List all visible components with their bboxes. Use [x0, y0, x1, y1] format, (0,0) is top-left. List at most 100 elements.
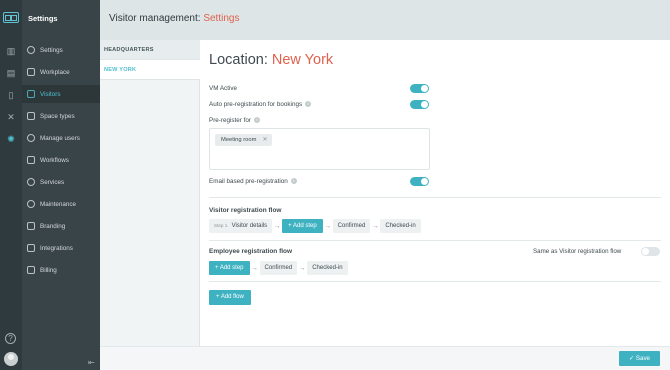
- sidebar-item-label: Branding: [40, 222, 66, 230]
- page-title-accent: Settings: [203, 13, 240, 24]
- settings-sidebar: Settings Settings Workplace Visitors Spa…: [22, 0, 100, 370]
- workflow-icon: [27, 156, 35, 164]
- location-title-accent: New York: [271, 52, 334, 68]
- arrow-right-icon: →: [371, 222, 379, 230]
- step-label: Visitor details: [231, 223, 268, 229]
- location-item-new-york[interactable]: NEW YORK: [100, 60, 200, 80]
- sidebar-item-label: Space types: [40, 112, 75, 120]
- building-rail-icon[interactable]: ▥: [6, 46, 16, 56]
- user-avatar[interactable]: [4, 352, 18, 366]
- settings-rail-icon[interactable]: ✺: [6, 134, 16, 144]
- sidebar-item-integrations[interactable]: Integrations: [22, 239, 100, 257]
- location-item-headquarters[interactable]: HEADQUARTERS: [100, 40, 200, 60]
- sidebar-item-label: Services: [40, 178, 65, 186]
- divider: [209, 281, 661, 282]
- email-prereg-label: Email based pre-registration: [209, 178, 288, 185]
- visitor-icon: [27, 90, 35, 98]
- arrow-right-icon: →: [298, 264, 306, 272]
- collapse-sidebar-icon[interactable]: ⇤: [88, 358, 95, 367]
- locations-list: HEADQUARTERS NEW YORK: [100, 40, 200, 346]
- same-as-visitor-toggle[interactable]: [641, 247, 660, 256]
- app-logo-icon: [3, 12, 19, 23]
- save-button[interactable]: ✓ Save: [619, 351, 660, 366]
- sidebar-item-visitors[interactable]: Visitors: [22, 85, 100, 103]
- sidebar-item-label: Settings: [40, 46, 63, 54]
- sidebar-item-workflows[interactable]: Workflows: [22, 151, 100, 169]
- info-icon[interactable]: i: [305, 101, 312, 108]
- sidebar-item-label: Visitors: [40, 90, 61, 98]
- services-icon: [27, 178, 35, 186]
- flow-step-confirmed[interactable]: Confirmed: [259, 261, 298, 275]
- flow-step-checked-in[interactable]: Checked-in: [307, 261, 348, 275]
- sidebar-item-label: Workplace: [40, 68, 70, 76]
- vm-active-label: VM Active: [209, 85, 237, 92]
- sidebar-item-label: Integrations: [40, 244, 73, 252]
- sidebar-item-workplace[interactable]: Workplace: [22, 63, 100, 81]
- billing-icon: [27, 266, 35, 274]
- auto-prereg-toggle[interactable]: [410, 100, 429, 109]
- prereg-for-select[interactable]: Meeting room ✕: [209, 128, 430, 170]
- flow-step-visitor-details[interactable]: Step 1. Visitor details: [209, 219, 273, 233]
- flow-step-checked-in[interactable]: Checked-in: [380, 219, 421, 233]
- sidebar-item-label: Maintenance: [40, 200, 77, 208]
- page-title: Visitor management: Settings: [109, 13, 239, 24]
- integrations-icon: [27, 244, 35, 252]
- gear-icon: [27, 46, 35, 54]
- book-rail-icon[interactable]: ▯: [6, 90, 16, 100]
- divider: [209, 197, 661, 198]
- tools-rail-icon[interactable]: ✕: [6, 112, 16, 122]
- employee-flow-title: Employee registration flow: [209, 248, 293, 255]
- add-step-button[interactable]: + Add step: [282, 219, 323, 233]
- arrow-right-icon: →: [324, 222, 332, 230]
- sidebar-title: Settings: [28, 14, 58, 23]
- arrow-right-icon: →: [273, 222, 281, 230]
- info-icon[interactable]: i: [290, 178, 297, 185]
- divider: [209, 240, 661, 241]
- prereg-for-row: Pre-register for i: [209, 117, 260, 124]
- add-flow-button[interactable]: + Add flow: [209, 290, 251, 305]
- arrow-right-icon: →: [251, 264, 259, 272]
- prereg-chip: Meeting room ✕: [215, 134, 273, 146]
- maintenance-icon: [27, 200, 35, 208]
- sidebar-item-maintenance[interactable]: Maintenance: [22, 195, 100, 213]
- sidebar-item-label: Billing: [40, 266, 57, 274]
- auto-prereg-label: Auto pre-registration for bookings: [209, 101, 303, 108]
- footer-bar: ✓ Save: [100, 346, 670, 370]
- prereg-for-label: Pre-register for: [209, 117, 251, 124]
- page-header: Visitor management: Settings: [100, 0, 670, 40]
- app-window: ▥ ▤ ▯ ✕ ✺ ? Settings Settings Workplace …: [0, 0, 670, 370]
- prereg-chip-label: Meeting room: [221, 137, 257, 143]
- step-number: Step 1.: [214, 223, 229, 228]
- sidebar-item-space-types[interactable]: Space types: [22, 107, 100, 125]
- page-title-prefix: Visitor management:: [109, 13, 204, 24]
- location-title-prefix: Location:: [209, 52, 272, 68]
- sidebar-item-manage-users[interactable]: Manage users: [22, 129, 100, 147]
- email-prereg-row: Email based pre-registration i: [209, 178, 297, 185]
- add-step-button[interactable]: + Add step: [209, 261, 250, 275]
- auto-prereg-row: Auto pre-registration for bookings i: [209, 101, 312, 108]
- help-icon[interactable]: ?: [5, 333, 16, 344]
- sidebar-item-branding[interactable]: Branding: [22, 217, 100, 235]
- flow-step-confirmed[interactable]: Confirmed: [332, 219, 371, 233]
- branding-icon: [27, 222, 35, 230]
- info-icon[interactable]: i: [254, 117, 260, 124]
- sidebar-item-settings[interactable]: Settings: [22, 41, 100, 59]
- same-as-visitor-label: Same as Visitor registration flow: [533, 248, 622, 255]
- icon-rail: ▥ ▤ ▯ ✕ ✺ ?: [0, 0, 22, 370]
- location-settings-panel: Location: New York VM Active Auto pre-re…: [201, 40, 670, 346]
- building-icon: [27, 68, 35, 76]
- location-title: Location: New York: [209, 52, 333, 68]
- users-icon: [27, 134, 35, 142]
- sidebar-item-billing[interactable]: Billing: [22, 261, 100, 279]
- visitor-flow-steps: Step 1. Visitor details → + Add step → Co…: [209, 219, 421, 233]
- email-prereg-toggle[interactable]: [410, 177, 429, 186]
- visitor-flow-title: Visitor registration flow: [209, 207, 282, 214]
- vm-active-toggle[interactable]: [410, 84, 429, 93]
- sidebar-item-label: Workflows: [40, 156, 69, 164]
- space-types-icon: [27, 112, 35, 120]
- sidebar-item-services[interactable]: Services: [22, 173, 100, 191]
- remove-chip-icon[interactable]: ✕: [262, 137, 267, 143]
- sidebar-item-label: Manage users: [40, 134, 80, 142]
- employee-flow-steps: + Add step → Confirmed → Checked-in: [209, 261, 348, 275]
- calendar-rail-icon[interactable]: ▤: [6, 68, 16, 78]
